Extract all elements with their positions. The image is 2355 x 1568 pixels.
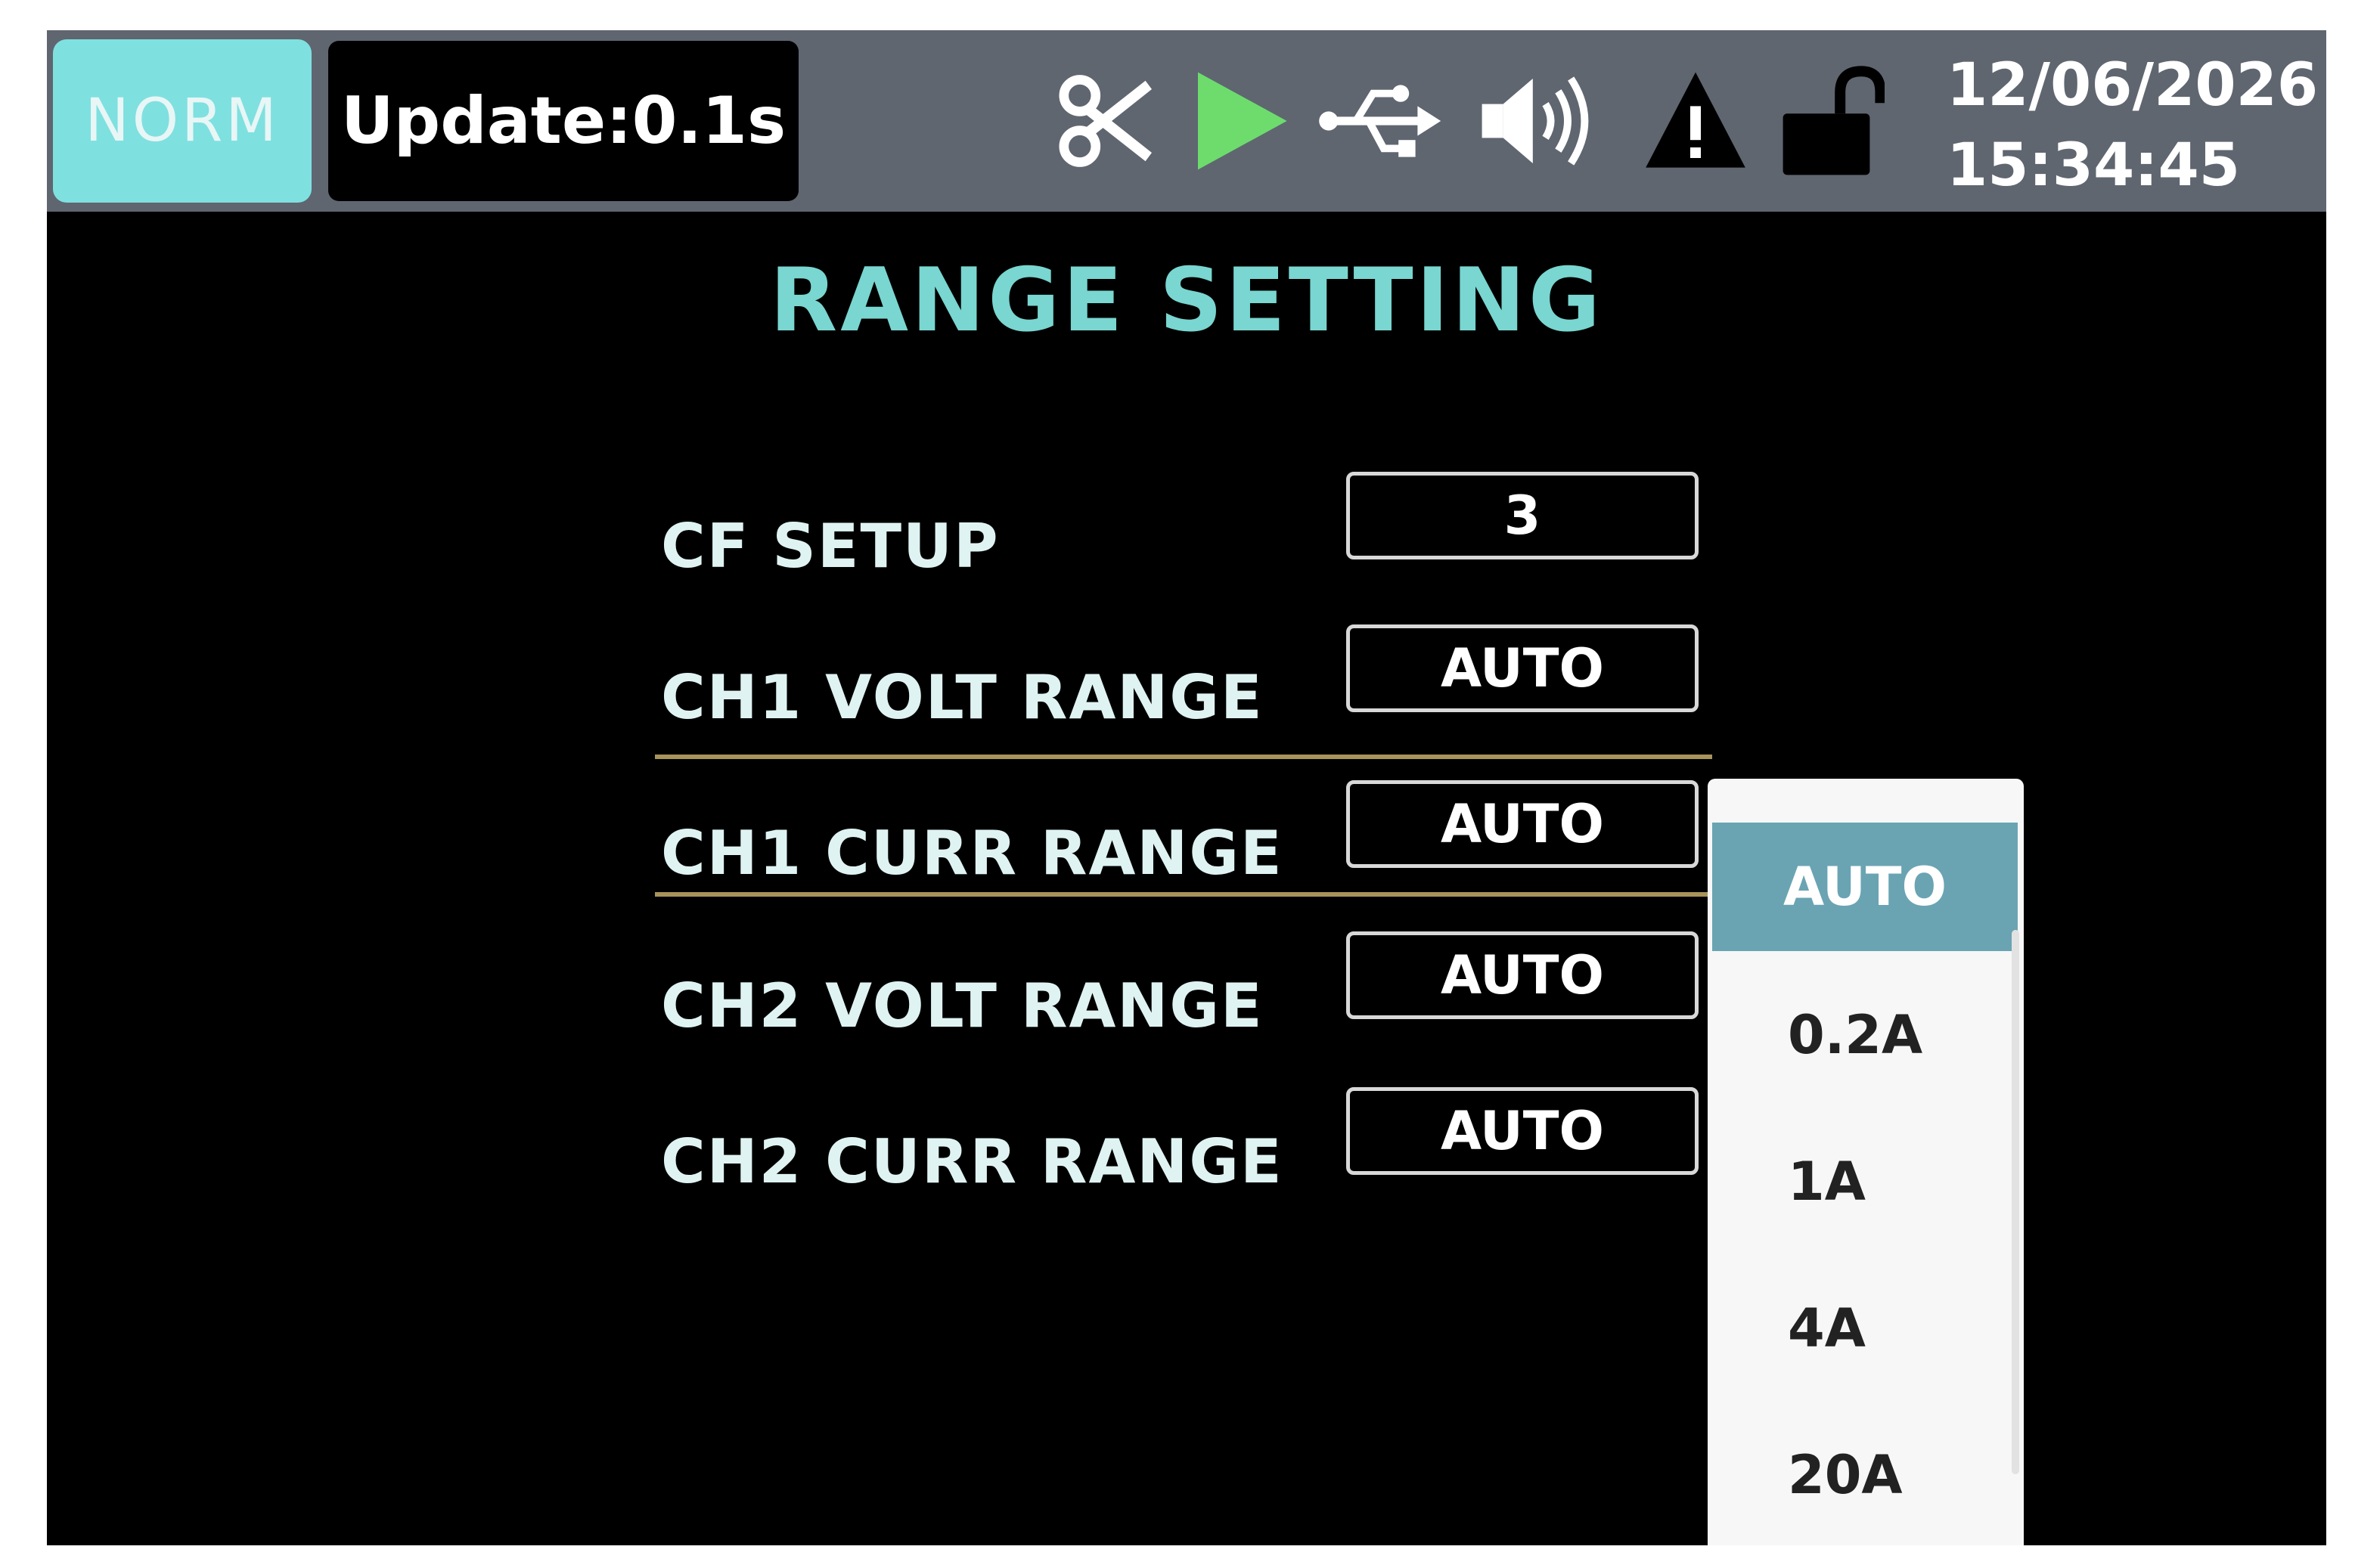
unlock-icon[interactable] bbox=[1779, 60, 1885, 181]
setting-label-ch1-curr-range: CH1 CURR RANGE bbox=[661, 818, 1283, 888]
update-rate-indicator[interactable]: Update:0.1s bbox=[328, 41, 799, 201]
device-screen: NORM Update:0.1s 12/06/2026 15:34:45 RAN… bbox=[47, 30, 2326, 1545]
ch1-curr-range-value[interactable]: AUTO bbox=[1346, 780, 1699, 868]
setting-label-ch2-curr-range: CH2 CURR RANGE bbox=[661, 1126, 1283, 1197]
selection-highlight-bottom bbox=[655, 892, 1712, 897]
mode-badge[interactable]: NORM bbox=[53, 39, 312, 203]
selection-highlight-top bbox=[655, 755, 1712, 759]
dropdown-option-20a[interactable]: 20A bbox=[1708, 1411, 2024, 1539]
dropdown-option-auto[interactable]: AUTO bbox=[1712, 823, 2018, 951]
cf-setup-value[interactable]: 3 bbox=[1346, 472, 1699, 559]
speaker-icon[interactable] bbox=[1473, 68, 1609, 174]
setting-label-ch2-volt-range: CH2 VOLT RANGE bbox=[661, 971, 1264, 1041]
play-icon[interactable] bbox=[1187, 68, 1293, 174]
dropdown-scrollbar[interactable] bbox=[2012, 930, 2019, 1474]
warning-icon[interactable] bbox=[1635, 68, 1756, 174]
datetime-display: 12/06/2026 15:34:45 bbox=[1947, 45, 2325, 206]
scissors-icon[interactable] bbox=[1053, 68, 1166, 174]
date-text: 12/06/2026 bbox=[1947, 51, 2319, 119]
dropdown-option-1a[interactable]: 1A bbox=[1708, 1117, 2024, 1246]
dropdown-option-0-2a[interactable]: 0.2A bbox=[1708, 971, 2024, 1099]
usb-icon[interactable] bbox=[1311, 68, 1447, 174]
range-dropdown[interactable]: AUTO 0.2A 1A 4A 20A bbox=[1708, 779, 2024, 1545]
ch1-volt-range-value[interactable]: AUTO bbox=[1346, 624, 1699, 712]
ch2-volt-range-value[interactable]: AUTO bbox=[1346, 931, 1699, 1019]
dropdown-option-4a[interactable]: 4A bbox=[1708, 1264, 2024, 1393]
setting-label-ch1-volt-range: CH1 VOLT RANGE bbox=[661, 662, 1264, 733]
page-title: RANGE SETTING bbox=[769, 249, 1604, 352]
setting-label-cf-setup: CF SETUP bbox=[661, 511, 1000, 581]
time-text: 15:34:45 bbox=[1947, 132, 2241, 200]
status-bar: NORM Update:0.1s 12/06/2026 15:34:45 bbox=[47, 30, 2326, 212]
ch2-curr-range-value[interactable]: AUTO bbox=[1346, 1087, 1699, 1175]
